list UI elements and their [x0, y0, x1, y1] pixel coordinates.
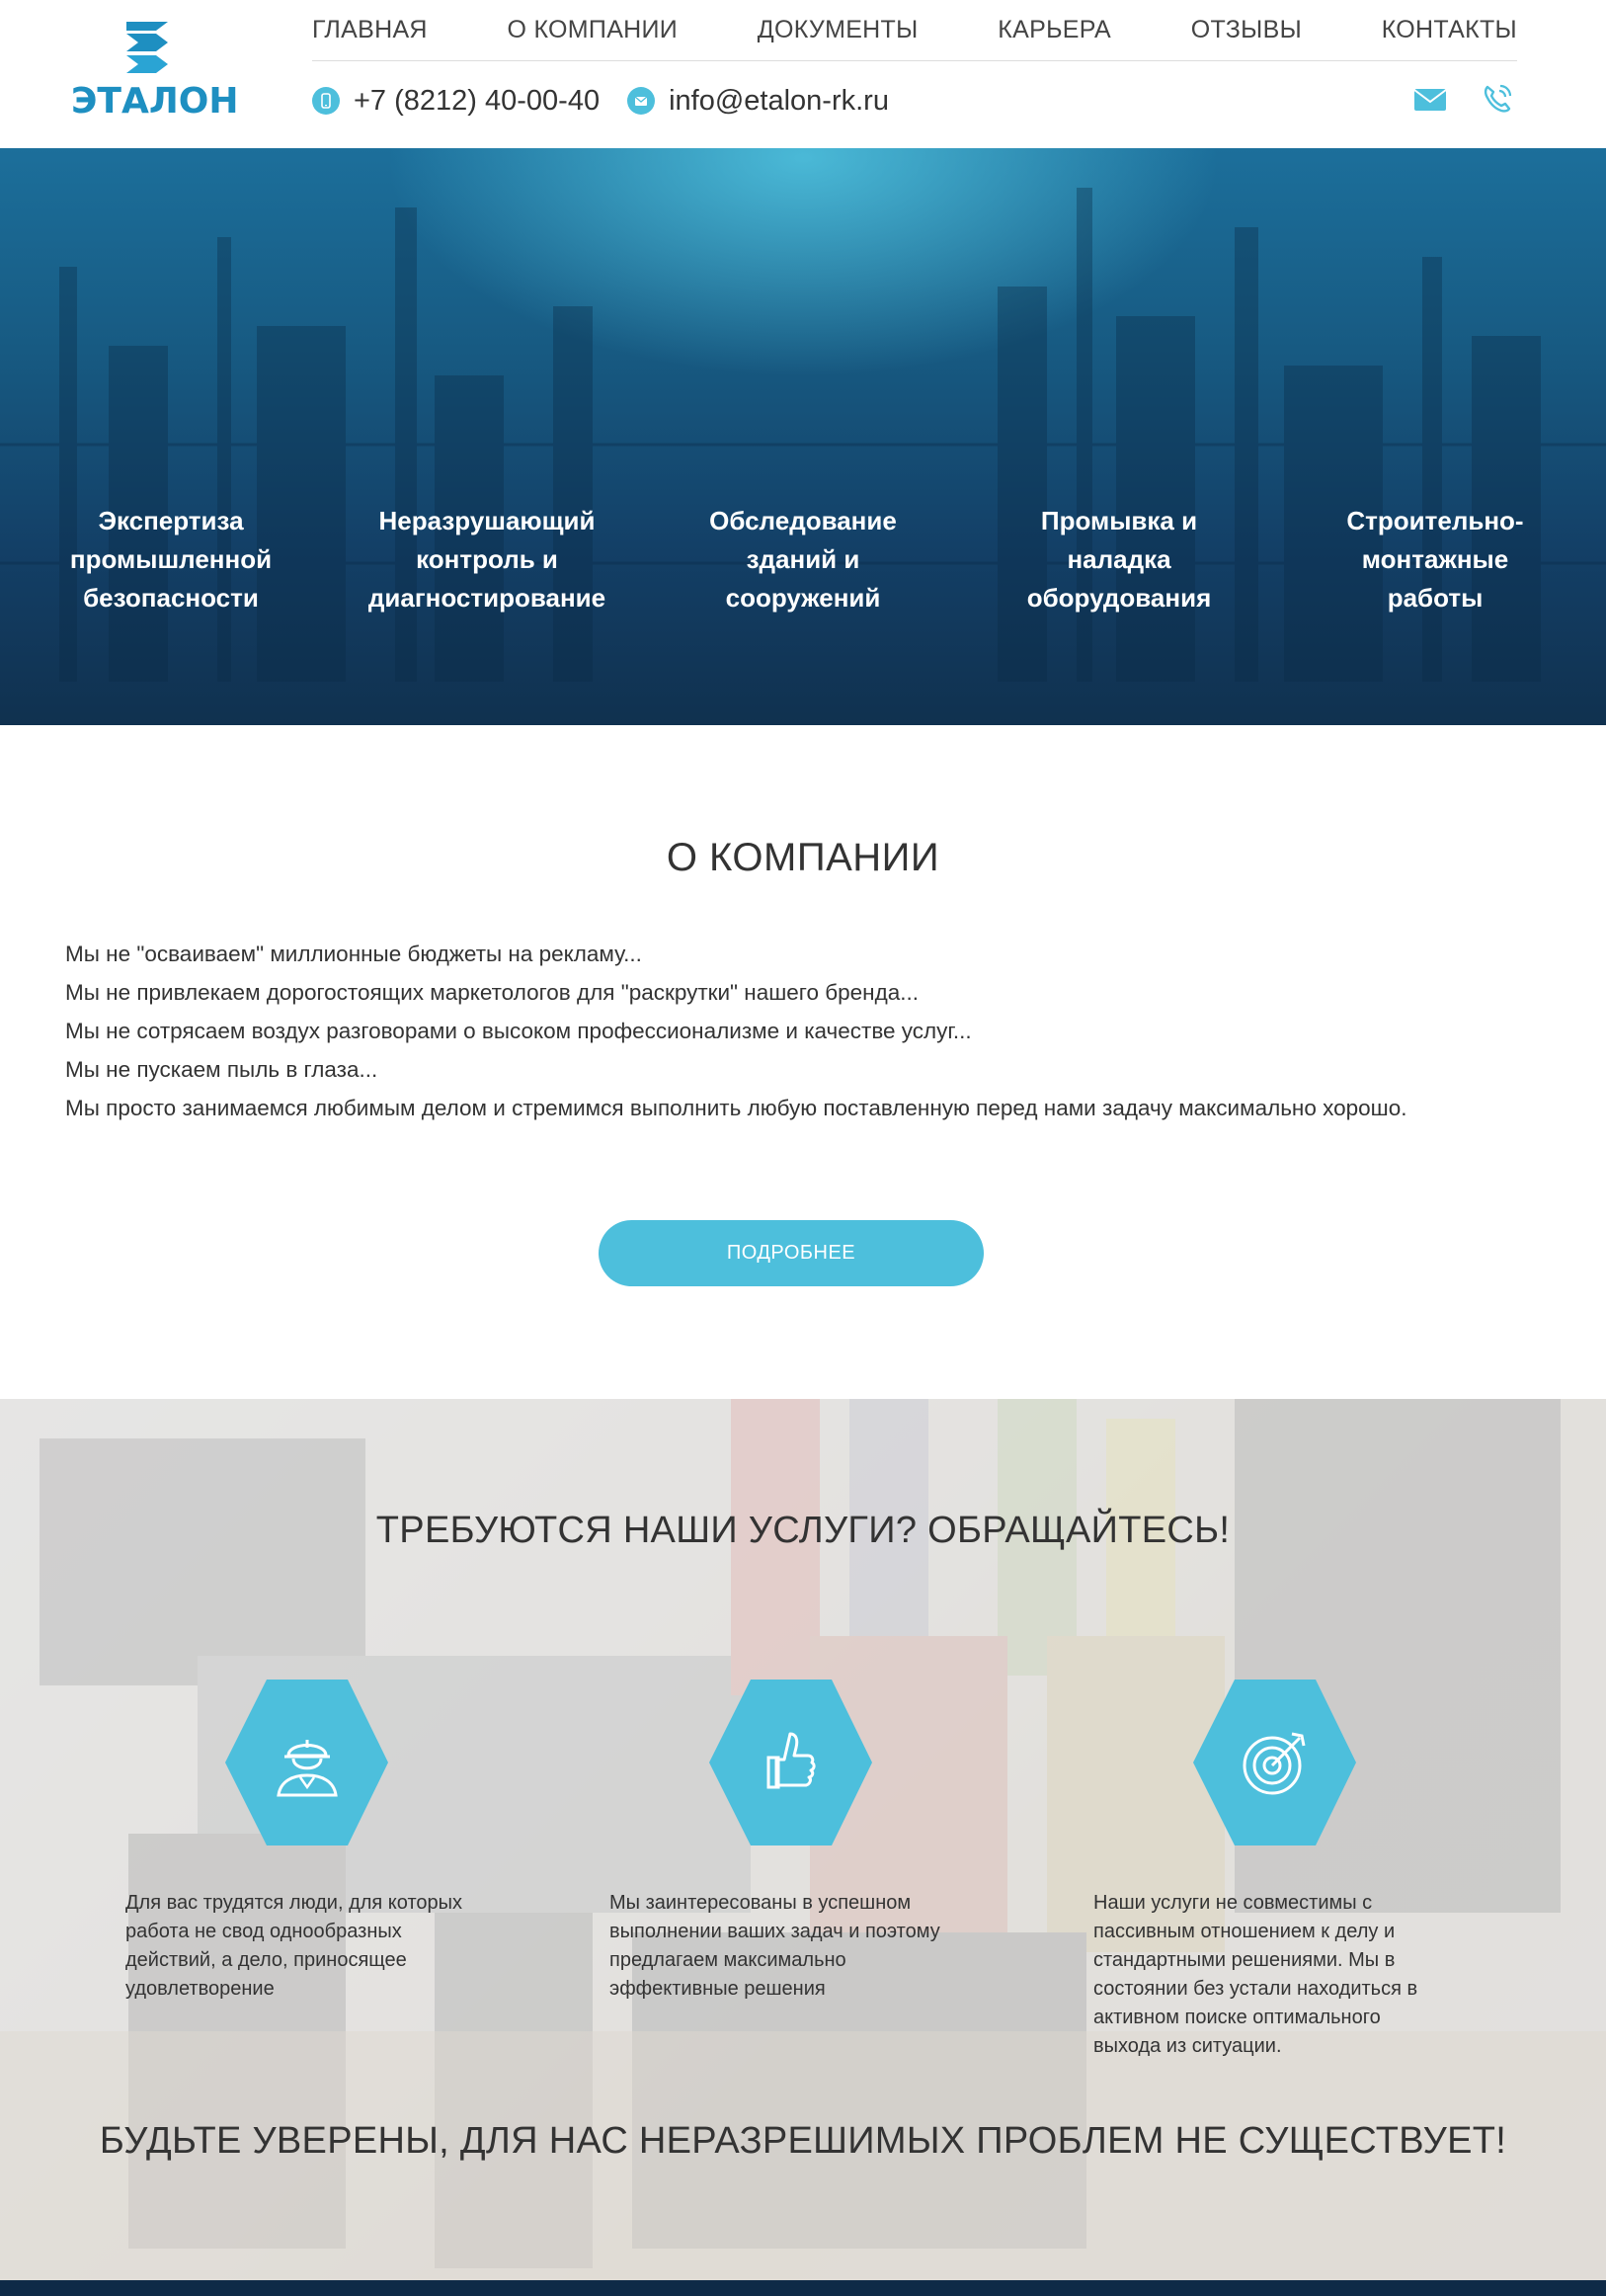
service-ndt[interactable]: Неразрушающий контроль и диагностировани…	[363, 502, 610, 617]
logo-text: ЭТАЛОН	[71, 81, 239, 122]
nav-item-home[interactable]: ГЛАВНАЯ	[312, 16, 428, 44]
feature-text: Для вас трудятся люди, для которых работ…	[125, 1892, 463, 2000]
call-icon[interactable]	[1480, 81, 1515, 117]
phone-icon	[312, 87, 340, 115]
feature-text: Мы заинтересованы в успешном выполнении …	[609, 1892, 940, 2000]
nav-item-career[interactable]: КАРЬЕРА	[998, 16, 1111, 44]
nav-item-reviews[interactable]: ОТЗЫВЫ	[1191, 16, 1302, 44]
about-line: Мы не сотрясаем воздух разговорами о выс…	[65, 1019, 972, 1043]
hero-banner: Экспертиза промышленной безопасности Нер…	[0, 148, 1606, 725]
header-email[interactable]: info@etalon-rk.ru	[669, 85, 889, 118]
promo-slogan: БУДЬТЕ УВЕРЕНЫ, ДЛЯ НАС НЕРАЗРЕШИМЫХ ПРО…	[99, 2120, 1507, 2162]
service-industrial-safety[interactable]: Экспертиза промышленной безопасности	[47, 502, 294, 617]
header-contacts: +7 (8212) 40-00-40 info@etalon-rk.ru	[312, 81, 903, 121]
feature-hexagon	[709, 1680, 872, 1845]
service-construction[interactable]: Строительно-монтажные работы	[1312, 502, 1559, 617]
industrial-background-image	[0, 188, 1606, 682]
site-header: ЭТАЛОН ГЛАВНАЯ О КОМПАНИИ ДОКУМЕНТЫ КАРЬ…	[0, 0, 1606, 148]
feature-hexagon	[225, 1680, 388, 1845]
nav-item-about[interactable]: О КОМПАНИИ	[507, 16, 678, 44]
promo-title: ТРЕБУЮТСЯ НАШИ УСЛУГИ? ОБРАЩАЙТЕСЬ!	[375, 1510, 1231, 1551]
target-icon	[1243, 1732, 1306, 1795]
header-social	[1412, 81, 1515, 117]
header-phone[interactable]: +7 (8212) 40-00-40	[354, 85, 600, 118]
main-nav: ГЛАВНАЯ О КОМПАНИИ ДОКУМЕНТЫ КАРЬЕРА ОТЗ…	[312, 0, 1517, 61]
thumbs-up-icon	[766, 1732, 816, 1789]
services-promo: ТРЕБУЮТСЯ НАШИ УСЛУГИ? ОБРАЩАЙТЕСЬ! Для …	[0, 1399, 1606, 2280]
about-text: Мы не "осваиваем" миллионные бюджеты на …	[65, 935, 1406, 1127]
about-line: Мы не пускаем пыль в глаза...	[65, 1057, 378, 1082]
about-title: О КОМПАНИИ	[666, 836, 940, 879]
footer-strip	[0, 2280, 1606, 2296]
feature-text: Наши услуги не совместимы с пассивным от…	[1093, 1892, 1418, 2057]
logo[interactable]: ЭТАЛОН	[71, 18, 239, 126]
envelope-icon[interactable]	[1412, 81, 1448, 117]
about-line: Мы не "осваиваем" миллионные бюджеты на …	[65, 942, 642, 966]
service-flushing[interactable]: Промывка и наладка оборудования	[996, 502, 1243, 617]
about-line: Мы не привлекаем дорогостоящих маркетоло…	[65, 980, 919, 1005]
worker-icon	[277, 1740, 338, 1797]
mail-icon	[627, 87, 656, 115]
more-button[interactable]: ПОДРОБНЕЕ	[599, 1220, 984, 1286]
nav-item-documents[interactable]: ДОКУМЕНТЫ	[758, 16, 919, 44]
logo-mark-icon	[126, 22, 168, 73]
about-line: Мы просто занимаемся любимым делом и стр…	[65, 1096, 1407, 1120]
nav-item-contacts[interactable]: КОНТАКТЫ	[1382, 16, 1517, 44]
hero-services: Экспертиза промышленной безопасности Нер…	[0, 502, 1606, 617]
feature-hexagon	[1193, 1680, 1356, 1845]
service-building-inspection[interactable]: Обследование зданий и сооружений	[680, 502, 926, 617]
